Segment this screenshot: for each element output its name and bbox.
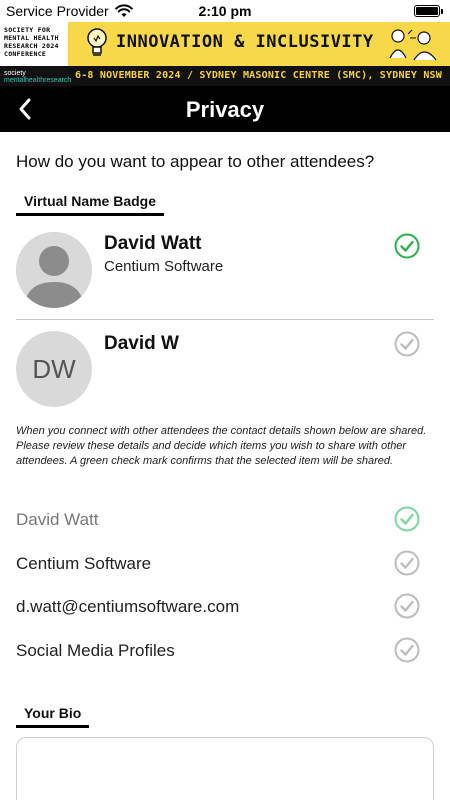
appearance-question: How do you want to appear to other atten… xyxy=(16,152,375,171)
banner-strip: society mentalhealthresearch 6-8 NOVEMBE… xyxy=(0,66,450,86)
sharing-info-text: When you connect with other attendees th… xyxy=(16,425,427,467)
virtual-name-badge-header: Virtual Name Badge xyxy=(16,193,165,216)
bio-textarea[interactable] xyxy=(16,737,434,800)
banner-main: INNOVATION & INCLUSIVITY xyxy=(68,22,450,66)
banner-org-line: SOCIETY FOR xyxy=(4,26,51,34)
logo-prefix: society xyxy=(4,70,26,77)
avatar-initials: DW xyxy=(16,331,92,407)
check-circle-icon[interactable] xyxy=(394,506,420,532)
banner-title: INNOVATION & INCLUSIVITY xyxy=(116,32,374,52)
your-bio-header: Your Bio xyxy=(16,705,90,728)
check-circle-icon[interactable] xyxy=(394,593,420,619)
check-circle-icon[interactable] xyxy=(394,550,420,576)
divider xyxy=(16,319,434,320)
smhr-logo: society mentalhealthresearch xyxy=(4,70,71,84)
lightbulb-icon xyxy=(87,28,107,56)
badge-short-name: David W xyxy=(104,333,179,354)
badge-organization: Centium Software xyxy=(104,258,224,275)
check-circle-icon[interactable] xyxy=(394,233,420,259)
page-title: Privacy xyxy=(185,97,265,122)
share-item-social-profiles: Social Media Profiles xyxy=(16,641,175,660)
conference-banner: SOCIETY FOR MENTAL HEALTH RESEARCH 2024 … xyxy=(0,22,450,86)
check-circle-icon[interactable] xyxy=(394,637,420,663)
check-circle-icon[interactable] xyxy=(394,331,420,357)
nav-bar: Privacy xyxy=(0,86,450,132)
banner-org-line: MENTAL HEALTH xyxy=(4,34,59,42)
status-time: 2:10 pm xyxy=(198,3,252,19)
banner-dates-venue: 6-8 NOVEMBER 2024 / SYDNEY MASONIC CENTR… xyxy=(74,70,442,81)
status-bar: Service Provider 2:10 pm xyxy=(0,0,450,22)
logo-text: mentalhealthresearch xyxy=(4,77,72,84)
person-silhouette-icon xyxy=(16,232,92,308)
share-item-email: d.watt@centiumsoftware.com xyxy=(16,597,240,616)
share-item-organization: Centium Software xyxy=(16,554,152,573)
people-illustration-icon xyxy=(389,29,437,61)
battery-icon xyxy=(414,5,443,17)
avatar xyxy=(16,232,92,308)
banner-org-line: CONFERENCE xyxy=(4,50,47,58)
badge-full-name: David Watt xyxy=(104,233,202,254)
banner-org-line: RESEARCH 2024 xyxy=(4,42,59,50)
share-item-name: David Watt xyxy=(16,510,99,529)
